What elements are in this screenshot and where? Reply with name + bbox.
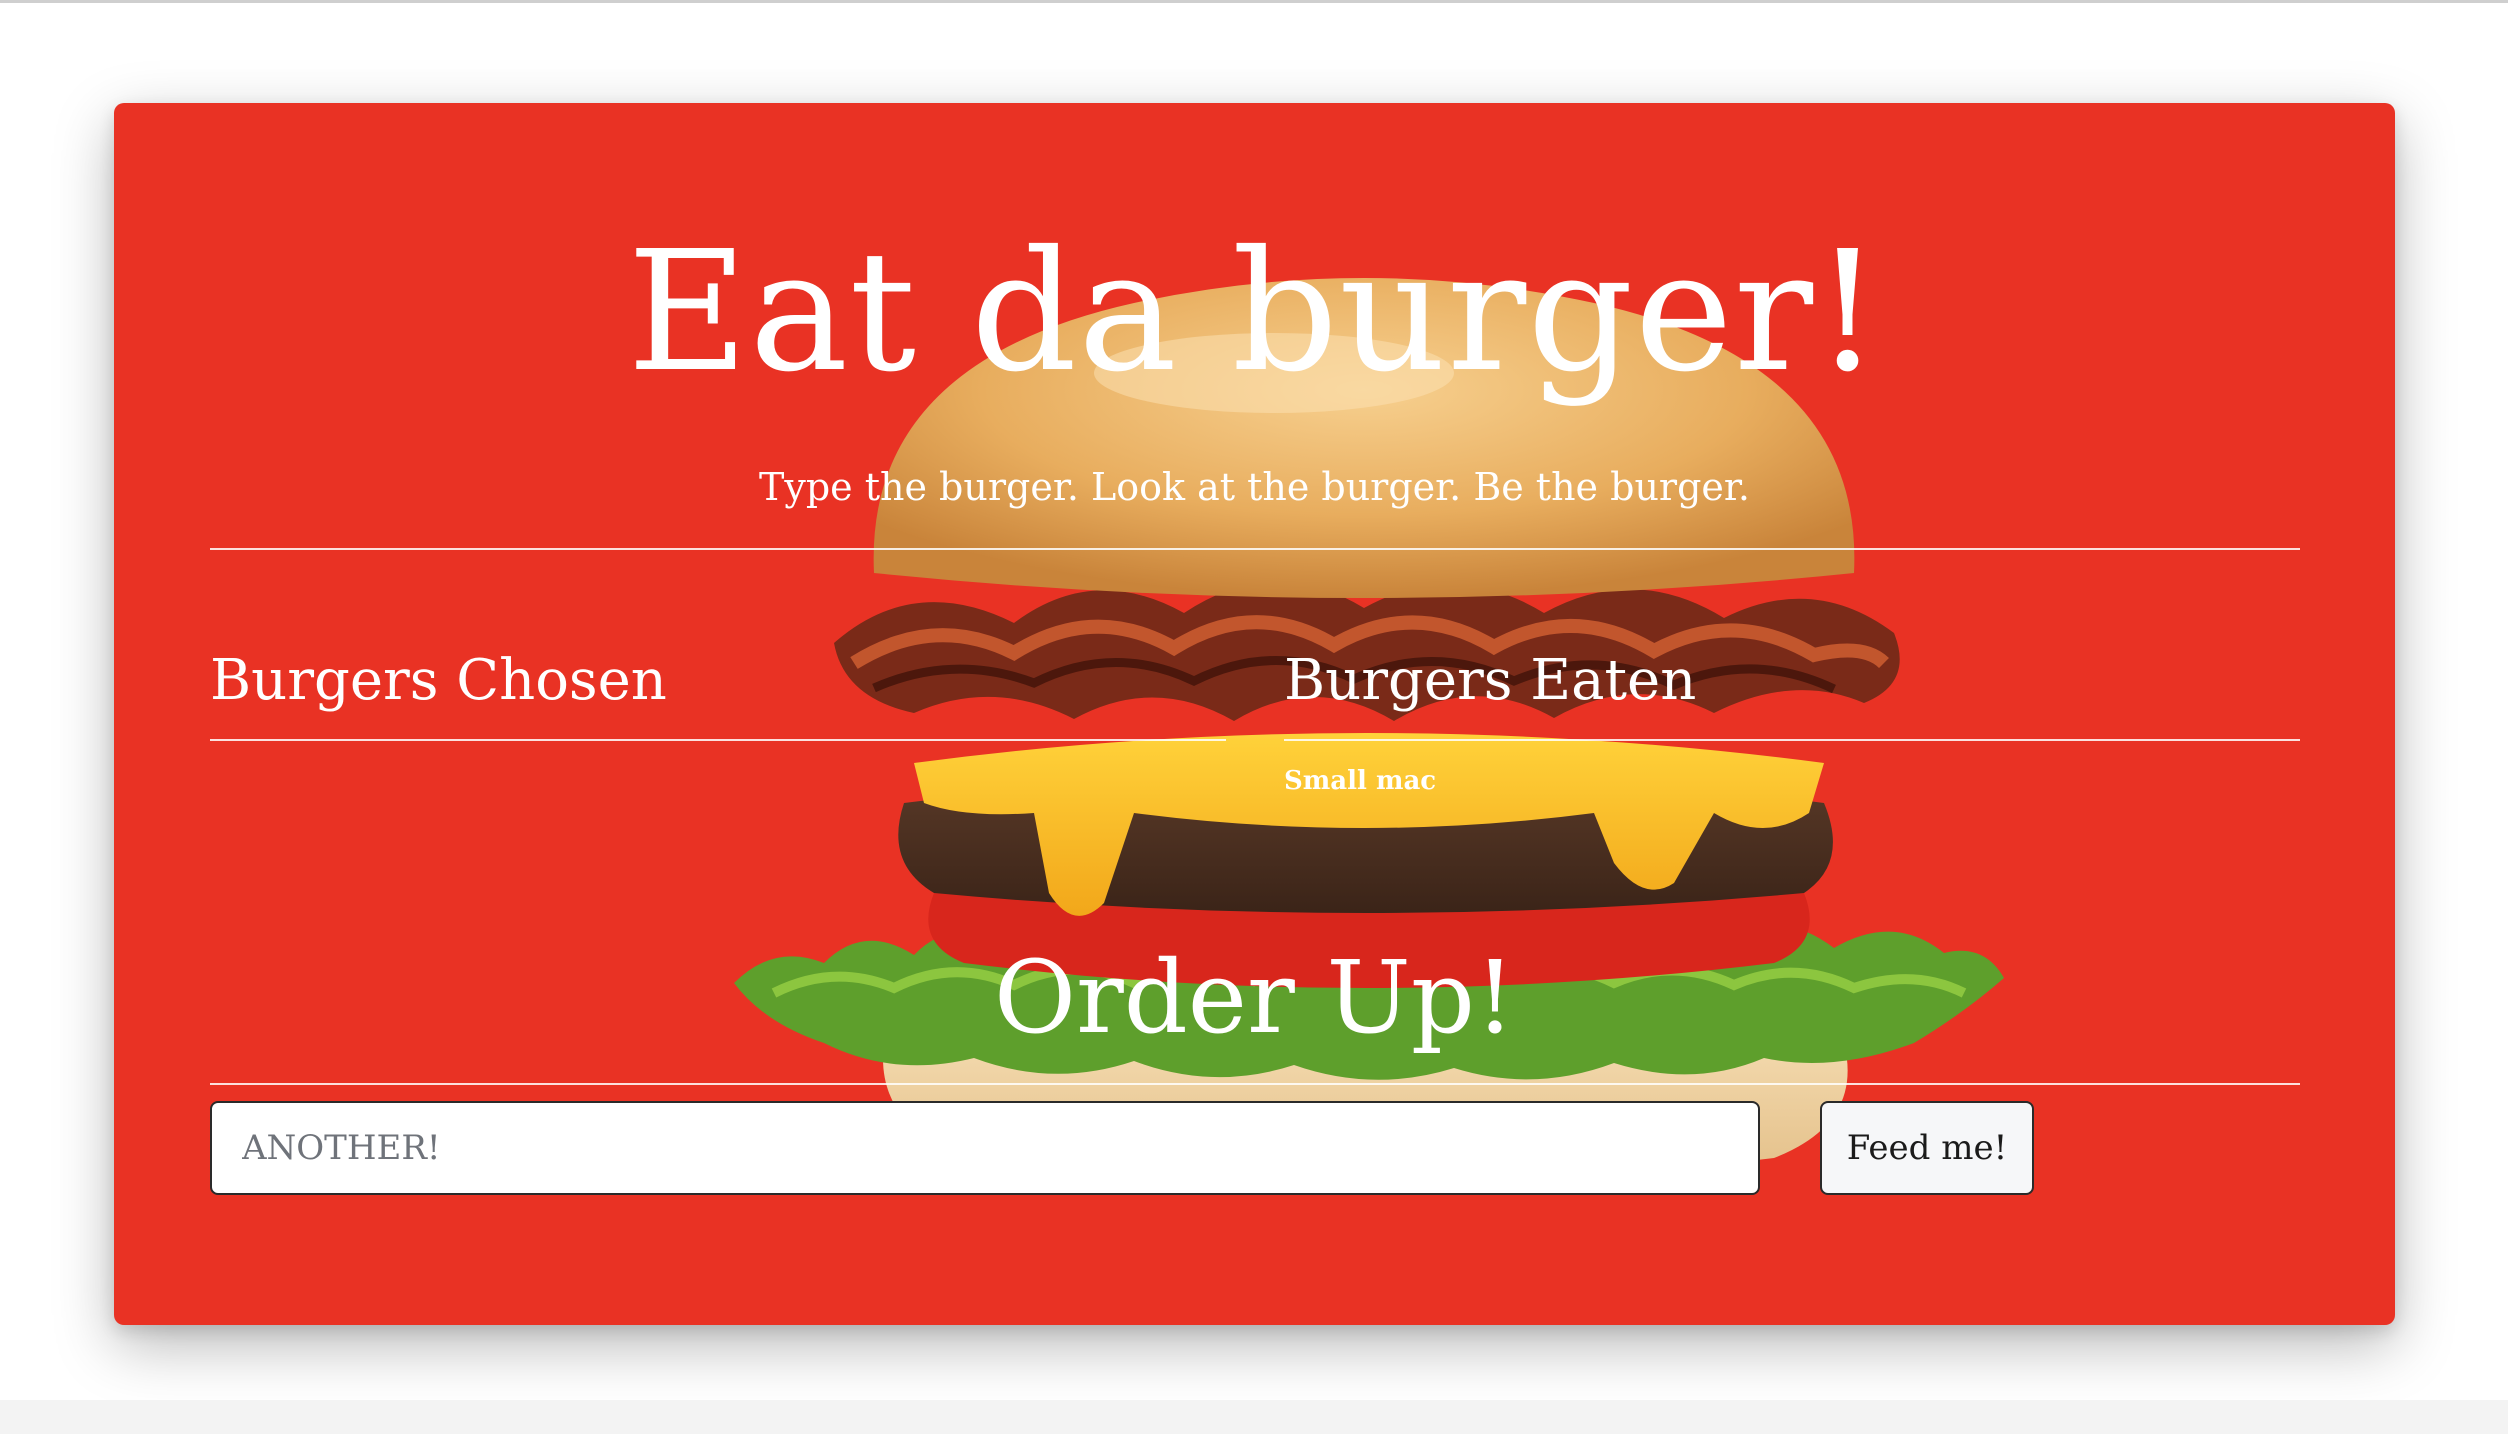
- feed-me-button[interactable]: Feed me!: [1820, 1101, 2034, 1195]
- burgers-eaten-list: Small mac: [1284, 759, 1436, 803]
- divider: [210, 739, 1226, 741]
- burgers-eaten-heading: Burgers Eaten: [1284, 648, 1697, 713]
- page-subtitle: Type the burger. Look at the burger. Be …: [759, 465, 1750, 509]
- burger-name-input[interactable]: [210, 1101, 1760, 1195]
- list-item: Small mac: [1284, 766, 1437, 796]
- divider: [1284, 739, 2300, 741]
- divider: [210, 548, 2300, 550]
- divider: [210, 1083, 2300, 1085]
- jumbotron: Eat da burger! Type the burger. Look at …: [114, 103, 2395, 1325]
- order-up-heading: Order Up!: [993, 939, 1516, 1056]
- window-bottom-edge: [0, 1400, 2508, 1434]
- browser-viewport: Eat da burger! Type the burger. Look at …: [0, 0, 2508, 1434]
- page-title: Eat da burger!: [627, 216, 1882, 409]
- burgers-chosen-heading: Burgers Chosen: [210, 648, 667, 713]
